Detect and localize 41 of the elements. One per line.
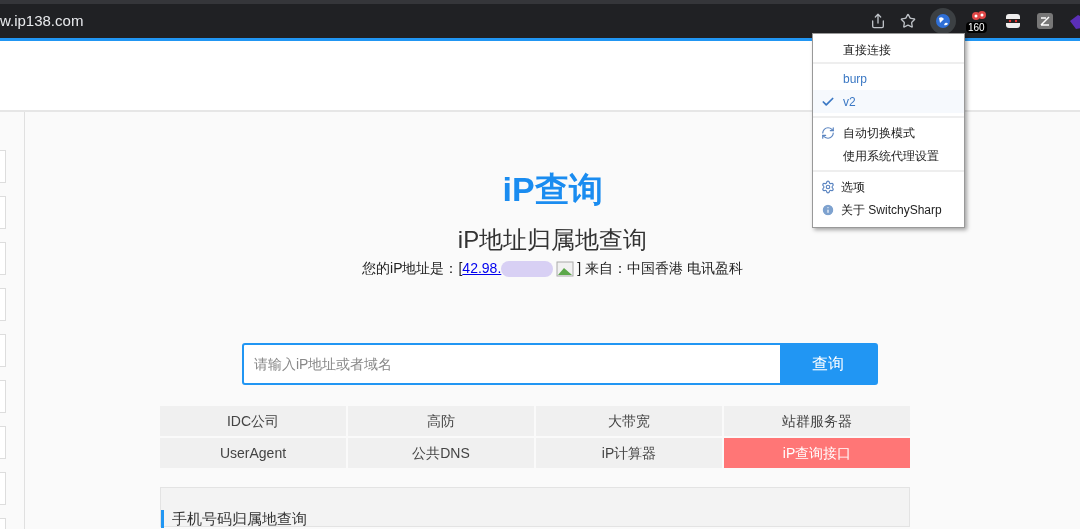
sidebar-tab[interactable] <box>0 288 6 321</box>
menu-item[interactable]: 选项 <box>813 175 964 198</box>
globe-extension-icon[interactable] <box>930 8 956 34</box>
redaction-mark <box>501 260 554 277</box>
quick-link[interactable]: 大带宽 <box>536 406 722 436</box>
refresh-icon <box>821 125 835 140</box>
settings-icon <box>821 179 835 194</box>
quick-link[interactable]: 公共DNS <box>348 438 534 468</box>
menu-item[interactable]: burp <box>813 67 964 90</box>
ip-label: 您的iP地址是：[ <box>362 259 463 278</box>
sidebar-tab[interactable] <box>0 472 6 505</box>
quick-link[interactable]: 站群服务器 <box>724 406 910 436</box>
search-input[interactable]: 请输入iP地址或者域名 <box>244 345 780 383</box>
page-heading: iP地址归属地查询 <box>457 225 648 255</box>
bookmark-star-icon[interactable] <box>900 13 916 29</box>
broken-image-icon <box>556 260 575 277</box>
location-text: ] 来自：中国香港 电讯盈科 <box>577 259 743 278</box>
sidebar-tab[interactable] <box>0 150 6 183</box>
url-text[interactable]: w.ip138.com <box>0 9 84 33</box>
extension-icon[interactable] <box>970 11 988 21</box>
sidebar-tab[interactable] <box>0 380 6 413</box>
share-icon[interactable] <box>870 13 886 29</box>
mask-icon[interactable] <box>1004 13 1022 29</box>
quick-link[interactable]: IDC公司 <box>160 406 346 436</box>
section-title: 手机号码归属地查询 <box>161 510 307 528</box>
info-icon <box>821 202 835 217</box>
ip-address-link[interactable]: 42.98. <box>462 258 502 279</box>
sidebar-tab[interactable] <box>0 334 6 367</box>
menu-item[interactable]: v2 <box>813 90 964 113</box>
quick-link[interactable]: 高防 <box>348 406 534 436</box>
menu-item[interactable]: 关于 SwitchySharp <box>813 198 964 221</box>
sidebar-tab[interactable] <box>0 426 6 459</box>
quick-link[interactable]: iP计算器 <box>536 438 722 468</box>
edit-icon[interactable] <box>1036 12 1054 30</box>
menu-item[interactable]: 自动切换模式 <box>813 121 964 144</box>
menu-item[interactable]: 使用系统代理设置 <box>813 144 964 167</box>
sidebar-tab[interactable] <box>0 196 6 229</box>
quick-link[interactable]: UserAgent <box>160 438 346 468</box>
notification-badge: 160 <box>966 22 987 33</box>
menu-item[interactable]: 直接连接 <box>813 38 964 61</box>
sidebar-tab[interactable] <box>0 242 6 275</box>
